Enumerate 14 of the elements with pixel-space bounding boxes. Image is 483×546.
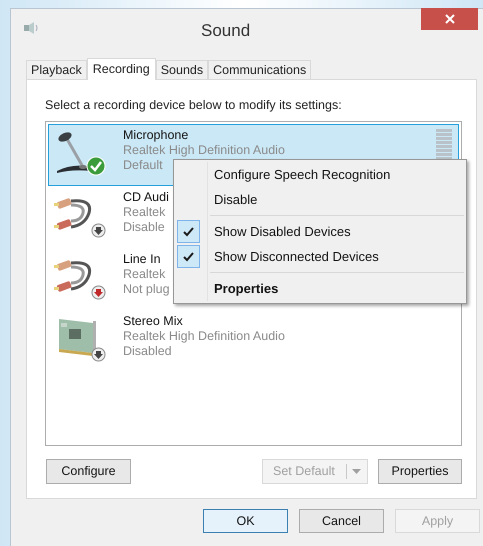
device-name: Line In bbox=[123, 252, 162, 267]
device-detail: Disable bbox=[123, 220, 166, 235]
window-title: Sound bbox=[201, 20, 250, 42]
device-name: CD Audi bbox=[123, 190, 169, 205]
device-name: Stereo Mix bbox=[123, 314, 184, 329]
device-detail: Realtek bbox=[123, 267, 166, 282]
device-detail: Disabled bbox=[123, 344, 173, 359]
device-detail: Default bbox=[123, 158, 164, 173]
device-detail: Realtek bbox=[123, 205, 166, 220]
device-name: Microphone bbox=[123, 128, 190, 143]
device-detail: Realtek High Definition Audio bbox=[123, 143, 285, 158]
device-detail: Not plug bbox=[123, 282, 170, 297]
instruction-text: Select a recording device below to modify its settings: bbox=[45, 97, 342, 114]
device-detail: Realtek High Definition Audio bbox=[123, 329, 285, 344]
